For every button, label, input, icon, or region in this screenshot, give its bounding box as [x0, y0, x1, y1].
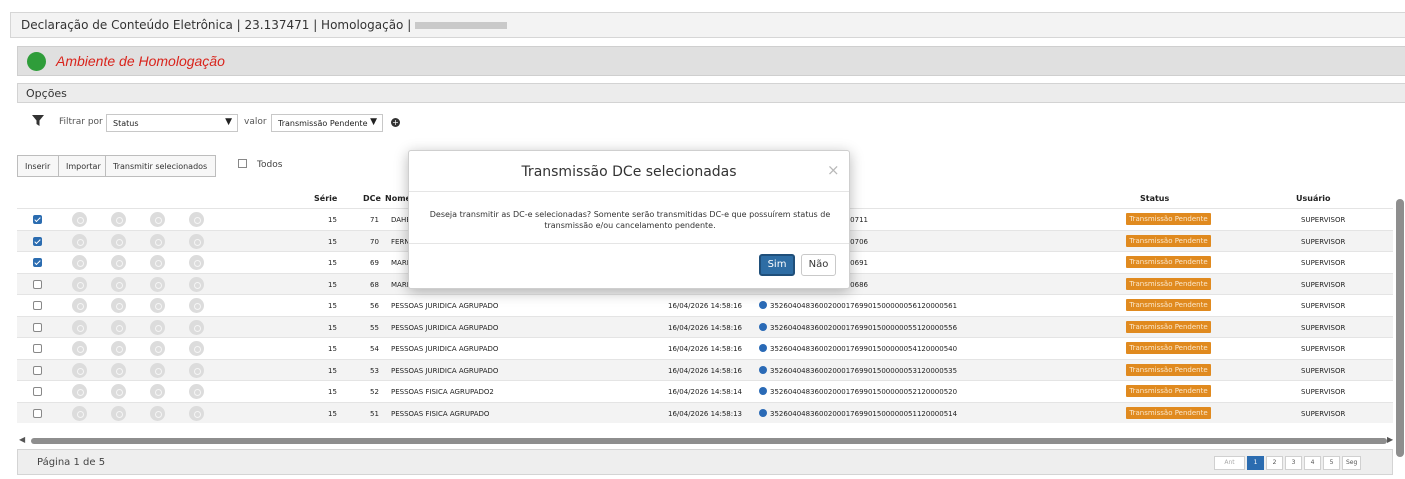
- confirm-yes-button[interactable]: Sim: [759, 254, 795, 276]
- dialog-divider: [409, 191, 849, 192]
- dialog-divider: [409, 243, 849, 244]
- app-window: Declaração de Conteúdo Eletrônica | 23.1…: [0, 0, 1405, 479]
- confirm-no-button[interactable]: Não: [801, 254, 836, 276]
- transmit-dialog: Transmissão DCe selecionadas × Deseja tr…: [408, 150, 850, 289]
- dialog-title: Transmissão DCe selecionadas: [521, 164, 737, 180]
- close-icon[interactable]: ×: [827, 161, 840, 179]
- dialog-message: Deseja transmitir as DC-e selecionadas? …: [429, 210, 831, 230]
